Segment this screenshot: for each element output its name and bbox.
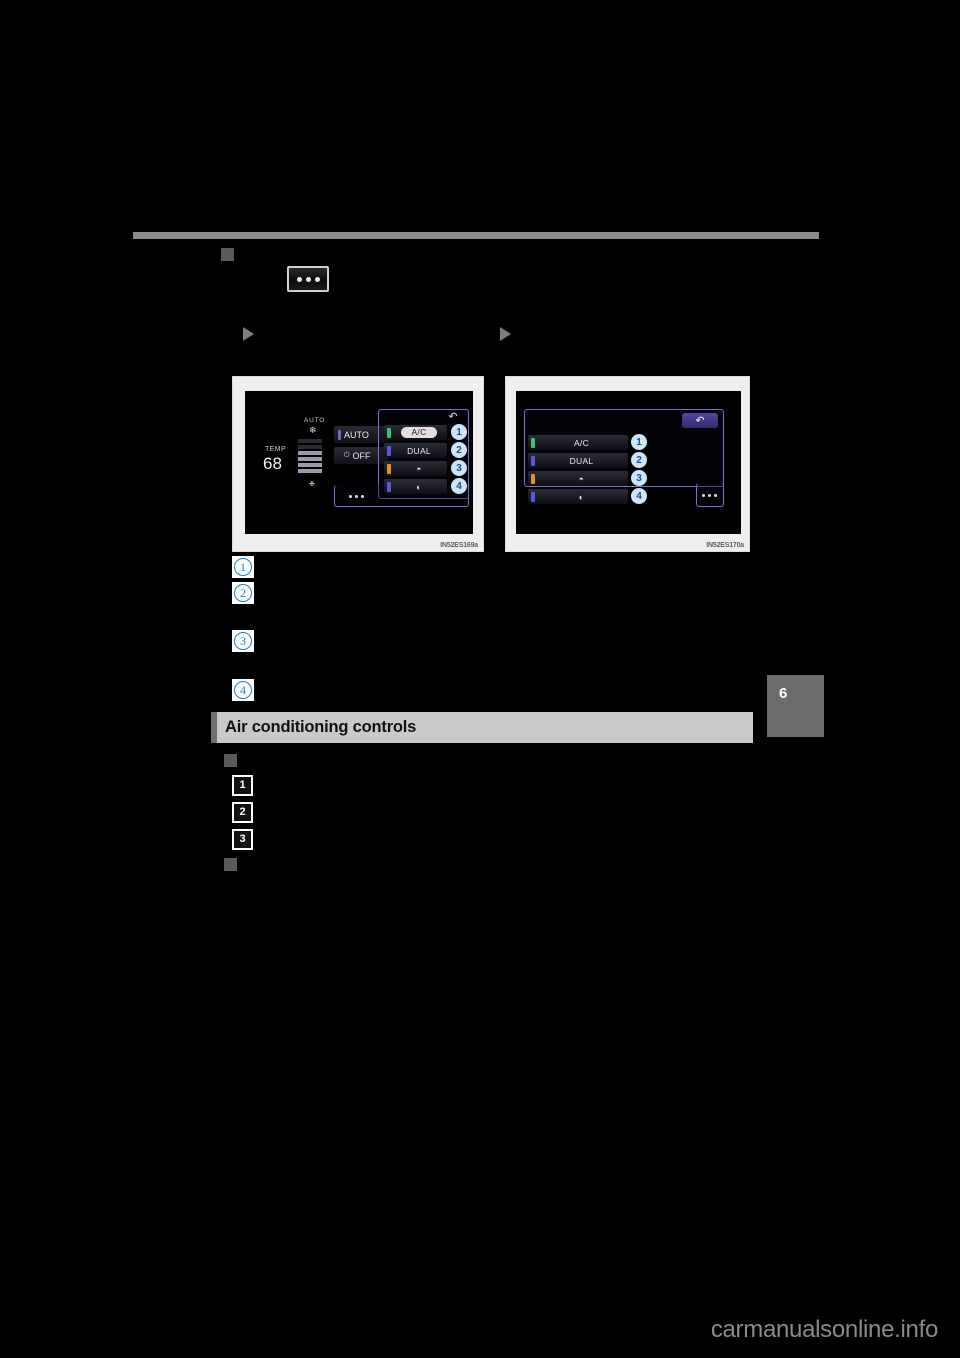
front-defogger-button[interactable]: ◓ (528, 471, 628, 486)
triangle-bullet-right (500, 327, 511, 341)
dual-button-label: DUAL (569, 455, 594, 466)
fan-speed-bars[interactable] (298, 439, 322, 473)
site-watermark: carmanualsonline.info (710, 1316, 938, 1343)
off-button-label: OFF (352, 450, 371, 461)
callout-3: 3 (451, 460, 467, 476)
back-arrow-icon[interactable]: ↶ (682, 413, 718, 428)
fan-bar (298, 445, 322, 449)
ellipsis-dot (296, 276, 302, 282)
callout-1: 1 (631, 434, 647, 450)
body-callout-1: 1 (232, 556, 254, 578)
callout-4: 4 (631, 488, 647, 504)
front-defogger-icon: ◓ (578, 473, 585, 484)
fan-bar (298, 463, 322, 467)
auto-button-label: AUTO (344, 429, 369, 440)
section-heading-bar: Air conditioning controls (211, 712, 753, 743)
rear-defogger-button[interactable]: ◐ (384, 479, 447, 494)
dual-button[interactable]: DUAL (384, 443, 447, 458)
body-callout-4: 4 (232, 679, 254, 701)
triangle-bullet-left (243, 327, 254, 341)
rear-defogger-icon: ◐ (416, 481, 422, 492)
dual-button-label: DUAL (407, 445, 431, 456)
ellipsis-dot (361, 495, 364, 498)
section-bullet-marker (221, 248, 234, 261)
callout-1: 1 (451, 424, 467, 440)
page-top-rule (133, 232, 819, 239)
figure-code-right: IN52ES170a (706, 542, 744, 549)
body-callout-2: 2 (232, 582, 254, 604)
fan-speed-icon: ❉ (309, 481, 315, 488)
vehicle-display-screen-left: TEMP 68 AUTO ❄ ❉ AUTO ⏻ OFF ↶ A/C DUAL ◓… (245, 391, 473, 534)
ac-button-label: A/C (573, 437, 590, 448)
temp-label: TEMP (265, 446, 287, 453)
callout-2: 2 (451, 442, 467, 458)
body-step-1: 1 (232, 775, 253, 796)
ellipsis-dot (314, 276, 320, 282)
rear-defogger-icon: ◐ (578, 491, 585, 502)
figure-ac-shortcut-screen: ↶ A/C DUAL ◓ ◐ 1 2 3 4 IN52ES170a (505, 376, 750, 552)
front-defogger-button[interactable]: ◓ (384, 461, 447, 476)
front-defogger-icon: ◓ (416, 463, 422, 474)
fan-bar (298, 451, 322, 455)
auto-indicator-chip (338, 429, 341, 440)
body-callout-3: 3 (232, 630, 254, 652)
vehicle-display-screen-right: ↶ A/C DUAL ◓ ◐ 1 2 3 4 (516, 391, 741, 534)
fan-bar (298, 469, 322, 473)
ellipsis-icon[interactable] (349, 495, 364, 498)
figure-ac-screen-with-temp: TEMP 68 AUTO ❄ ❉ AUTO ⏻ OFF ↶ A/C DUAL ◓… (232, 376, 484, 552)
ellipsis-dot (714, 494, 717, 497)
ellipsis-dot (708, 494, 711, 497)
chapter-number-tab: 6 (767, 675, 824, 737)
body-step-2: 2 (232, 802, 253, 823)
fan-bar (298, 439, 322, 443)
fan-bar (298, 457, 322, 461)
subsection-bullet-marker (224, 754, 237, 767)
ellipsis-dot (355, 495, 358, 498)
ellipsis-dot (305, 276, 311, 282)
ac-button[interactable]: A/C (528, 435, 628, 450)
page-title: Air conditioning controls (225, 718, 417, 736)
body-step-3: 3 (232, 829, 253, 850)
callout-2: 2 (631, 452, 647, 468)
callout-3: 3 (631, 470, 647, 486)
callout-4: 4 (451, 478, 467, 494)
figure-code-left: IN52ES169a (440, 542, 478, 549)
ellipsis-dot (349, 495, 352, 498)
dual-button[interactable]: DUAL (528, 453, 628, 468)
subsection-bullet-marker-2 (224, 858, 237, 871)
ac-status-chip (387, 427, 391, 438)
power-icon: ⏻ (344, 451, 350, 459)
fan-auto-label: AUTO (304, 417, 326, 424)
fan-icon: ❄ (309, 425, 317, 435)
temp-value: 68 (263, 454, 282, 473)
ellipsis-dot (702, 494, 705, 497)
ellipsis-icon[interactable] (702, 494, 717, 497)
rear-defogger-button[interactable]: ◐ (528, 489, 628, 504)
ac-button[interactable]: A/C (384, 425, 447, 440)
ellipsis-icon[interactable] (287, 266, 329, 292)
back-arrow-icon[interactable]: ↶ (443, 410, 463, 423)
ac-button-label: A/C (401, 427, 437, 438)
